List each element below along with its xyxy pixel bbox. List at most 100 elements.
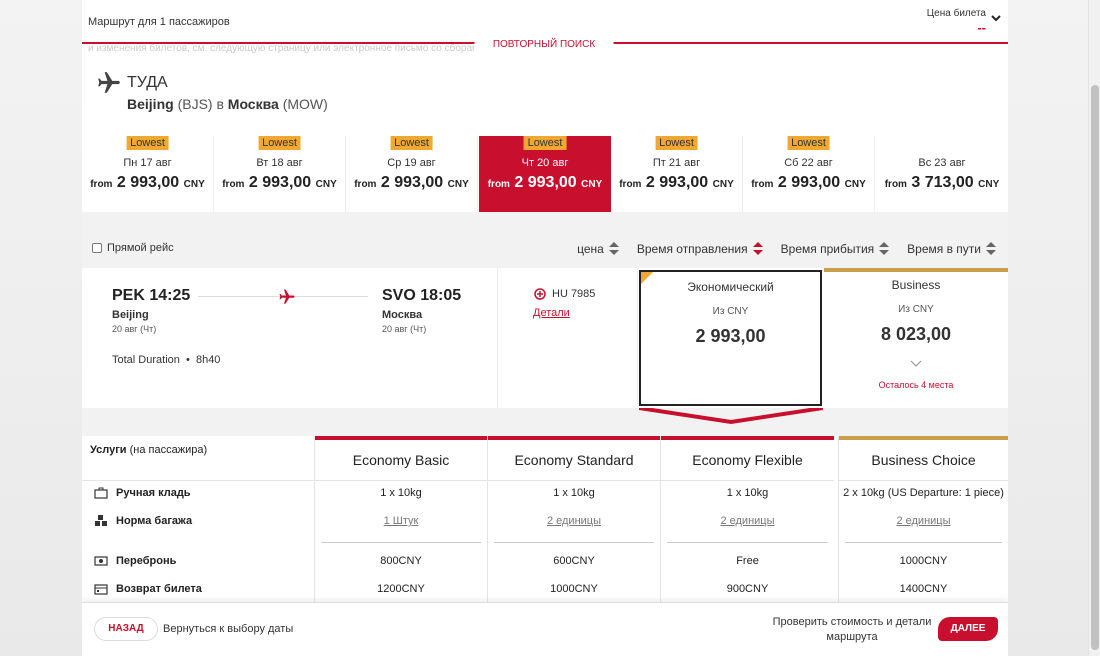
price-value: 2 993,00 — [514, 174, 577, 191]
departure-city: Beijing — [112, 309, 149, 321]
service-value: Free — [736, 555, 759, 567]
departure-date: 20 авг (Чт) — [112, 324, 157, 334]
date-label: Пт 21 авг — [652, 157, 701, 169]
service-row-refund: Возврат билета — [94, 583, 202, 595]
service-value: 800CNY — [380, 555, 422, 567]
date-cell[interactable]: Lowest Ср 19 авг from 2 993,00 CNY — [346, 136, 478, 212]
direct-flight-filter[interactable]: Прямой рейс — [92, 242, 174, 254]
from-label: from — [90, 179, 113, 190]
filter-bar — [82, 212, 1008, 268]
flight-number: HU 7985 — [534, 288, 595, 300]
sort-duration-label: Время в пути — [907, 242, 981, 256]
date-cell-selected[interactable]: Lowest Чт 20 авг from 2 993,00 CNY — [479, 136, 611, 223]
next-button[interactable]: ДАЛЕЕ — [938, 617, 998, 641]
baggage-link[interactable]: 2 единицы — [839, 515, 1008, 527]
ticket-icon — [94, 556, 108, 566]
price-value: 2 993,00 — [380, 174, 444, 191]
date-cell[interactable]: Lowest Пт 21 авг from 2 993,00 CNY — [611, 136, 743, 212]
origin-city: Beijing — [127, 96, 174, 112]
scrollbar[interactable] — [1088, 0, 1100, 656]
plane-icon — [279, 289, 295, 304]
fare-name: Экономический — [687, 280, 774, 294]
service-value: 1 x 10kg — [726, 487, 769, 499]
sort-icon-active — [752, 242, 763, 256]
date-label: Сб 22 авг — [784, 157, 833, 169]
baggage-icon — [95, 515, 107, 526]
fare-name: Business — [891, 278, 941, 292]
lowest-badge: Lowest — [655, 136, 698, 150]
date-label: Пн 17 авг — [123, 157, 172, 169]
chevron-down-icon[interactable] — [990, 12, 1002, 24]
service-column-economy-basic: Economy Basic 1 x 10kg 1 Штук 800CNY 120… — [314, 436, 487, 606]
check-price-text: Проверить стоимость и детали маршрута — [772, 616, 932, 643]
from-label: from — [222, 179, 245, 190]
sort-arrival[interactable]: Время прибытия — [781, 242, 890, 256]
from-label: from — [487, 179, 510, 190]
price-value: 3 713,00 — [911, 174, 974, 191]
date-cell[interactable]: Lowest Сб 22 авг from 2 993,00 CNY — [743, 136, 875, 212]
flight-number-info: HU 7985 Детали — [498, 268, 638, 408]
service-value: 1200CNY — [377, 583, 425, 595]
destination-city: Москва — [227, 96, 279, 112]
back-button[interactable]: НАЗАД — [94, 617, 158, 641]
currency-label: CNY — [447, 179, 469, 190]
date-label: Вс 23 авг — [918, 157, 966, 169]
scrollbar-thumb[interactable] — [1091, 85, 1099, 650]
baggage-link[interactable]: 1 Штук — [315, 515, 487, 527]
sort-price-label: цена — [577, 242, 604, 256]
date-label: Чт 20 авг — [521, 157, 569, 169]
lowest-badge: Lowest — [390, 136, 433, 150]
sort-departure[interactable]: Время отправления — [637, 242, 763, 256]
from-label: from — [619, 179, 642, 190]
sort-arrival-label: Время прибытия — [780, 242, 875, 256]
business-fare-card[interactable]: Business Из CNY 8 023,00 Осталось 4 мест… — [824, 268, 1008, 408]
route-label: Маршрут для 1 пассажиров — [88, 16, 230, 28]
sort-price[interactable]: цена — [577, 242, 619, 256]
flight-segment-info: PEK 14:25 SVO 18:05 Beijing 20 авг (Чт) … — [82, 268, 498, 408]
ticket-price-value: -- — [977, 20, 986, 35]
fare-from-label: Из CNY — [898, 304, 934, 315]
divider — [82, 480, 314, 481]
date-cell[interactable]: Lowest Пн 17 авг from 2 993,00 CNY — [82, 136, 214, 212]
column-title: Business Choice — [871, 452, 976, 468]
column-title: Economy Flexible — [692, 452, 803, 468]
date-price: from 3 713,00 CNY — [876, 174, 1008, 192]
service-value: 900CNY — [726, 583, 769, 595]
service-value: 1 x 10kg — [553, 487, 595, 499]
total-duration: Total Duration • 8h40 — [112, 354, 221, 366]
sort-duration[interactable]: Время в пути — [907, 242, 996, 256]
plane-icon — [98, 72, 120, 93]
date-cell[interactable]: Вс 23 авг from 3 713,00 CNY — [876, 136, 1008, 212]
separator-band — [82, 408, 1008, 436]
chevron-down-icon[interactable] — [910, 360, 922, 368]
currency-label: CNY — [183, 179, 205, 190]
date-price: from 2 993,00 CNY — [611, 174, 742, 192]
bottom-action-bar: НАЗАД Вернуться к выбору даты Проверить … — [82, 602, 1008, 656]
back-description: Вернуться к выбору даты — [163, 623, 294, 635]
date-price: from 2 993,00 CNY — [479, 174, 611, 192]
direct-flight-checkbox[interactable] — [92, 243, 102, 253]
economy-fare-card[interactable]: Экономический Из CNY 2 993,00 — [639, 270, 822, 406]
date-label: Вт 18 авг — [256, 157, 303, 169]
details-link[interactable]: Детали — [533, 307, 570, 319]
direction-route: Beijing (BJS) в Москва (MOW) — [127, 96, 328, 112]
sort-icon — [986, 242, 996, 256]
column-title: Economy Basic — [352, 452, 450, 468]
service-row-baggage: Норма багажа — [94, 515, 192, 527]
page-background-left — [0, 0, 82, 656]
service-column-economy-standard: Economy Standard 1 x 10kg 2 единицы 600C… — [487, 436, 660, 606]
service-value: 1000CNY — [899, 555, 948, 567]
from-label: from — [354, 179, 377, 190]
date-cell[interactable]: Lowest Вт 18 авг from 2 993,00 CNY — [214, 136, 346, 212]
baggage-link[interactable]: 2 единицы — [661, 515, 834, 527]
ticket-price-label: Цена билета — [926, 8, 986, 19]
price-value: 2 993,00 — [645, 174, 709, 191]
baggage-link[interactable]: 2 единицы — [488, 515, 660, 527]
price-value: 2 993,00 — [116, 174, 180, 191]
price-value: 2 993,00 — [248, 174, 312, 191]
service-value: 1000CNY — [550, 583, 598, 595]
page-background-right — [1008, 0, 1088, 656]
destination-code: (MOW) — [282, 96, 328, 112]
research-button[interactable]: ПОВТОРНЫЙ ПОИСК — [474, 34, 614, 56]
lowest-badge: Lowest — [523, 136, 567, 150]
